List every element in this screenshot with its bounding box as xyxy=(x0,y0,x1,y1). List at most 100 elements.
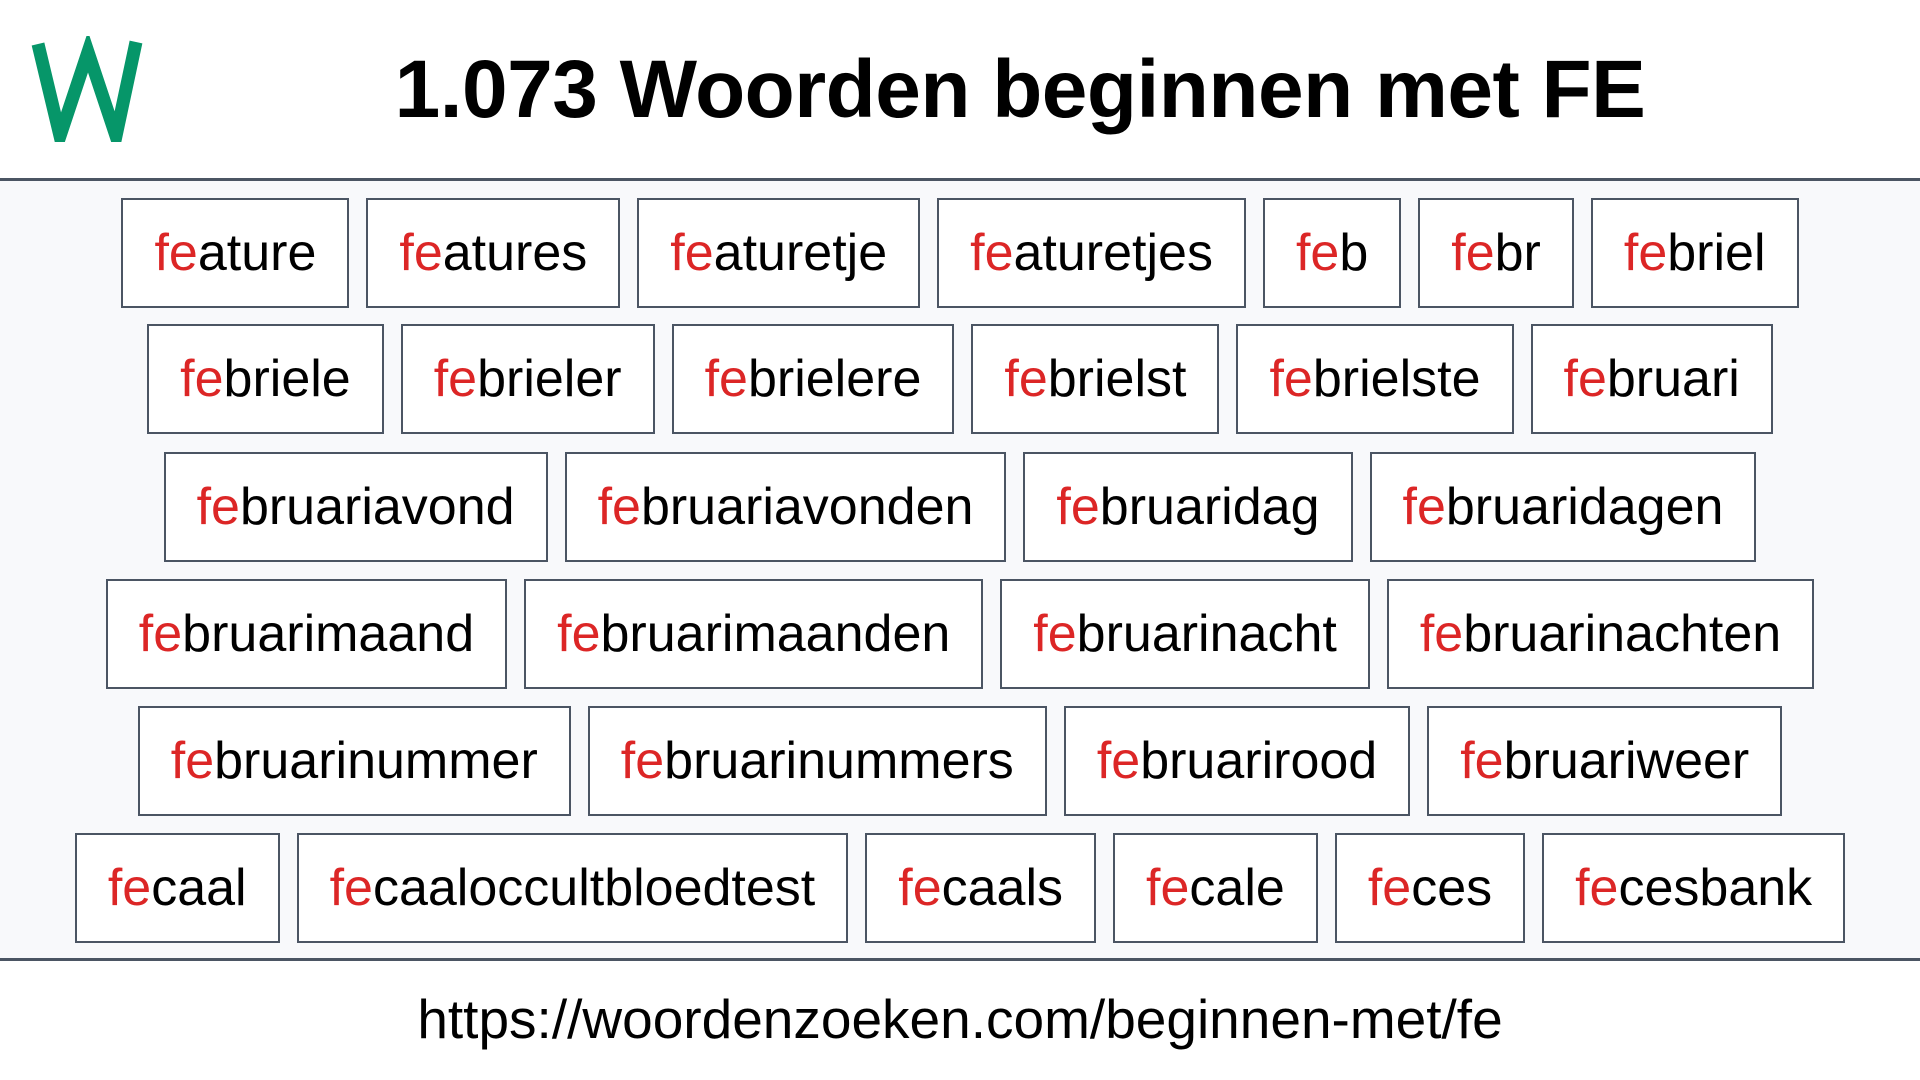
word-link[interactable]: fe atures xyxy=(366,198,621,308)
word-link[interactable]: fe bruari xyxy=(1530,324,1773,434)
word-link[interactable]: fe briele xyxy=(147,324,384,434)
word-suffix: bruariavond xyxy=(239,478,515,536)
word-link[interactable]: fe briel xyxy=(1590,198,1799,308)
word-suffix: bruarinacht xyxy=(1076,605,1337,663)
word-suffix: aturetje xyxy=(713,224,888,282)
word-link[interactable]: fe bruarinachten xyxy=(1386,579,1815,689)
word-prefix: fe xyxy=(557,605,601,663)
word-list: fe ature fe atures fe aturetje fe aturetjes fe b f… xyxy=(0,181,1920,958)
word-row: fe briele fe brieler fe brielere fe brielst fe br… xyxy=(0,324,1920,434)
page-title: 1.073 Woorden beginnen met FE xyxy=(394,44,1646,135)
word-row: fe bruarimaand fe bruarimaanden fe bruarinach… xyxy=(0,579,1920,689)
word-prefix: fe xyxy=(620,732,665,790)
word-prefix: fe xyxy=(1096,732,1141,790)
word-prefix: fe xyxy=(898,859,942,917)
word-prefix: fe xyxy=(196,478,240,536)
word-suffix: bruaridagen xyxy=(1445,478,1724,536)
word-suffix: bruarinummers xyxy=(664,732,1014,790)
word-prefix: fe xyxy=(1367,859,1412,917)
word-prefix: fe xyxy=(1563,350,1607,408)
word-row: fe caal fe caaloccultbloedtest fe caals fe cale… xyxy=(0,833,1920,943)
word-suffix: brielere xyxy=(747,350,922,408)
word-link[interactable]: fe cesbank xyxy=(1542,833,1846,943)
word-prefix: fe xyxy=(1419,605,1464,663)
word-prefix: fe xyxy=(154,224,198,282)
word-link[interactable]: fe brielste xyxy=(1236,324,1514,434)
word-suffix: b xyxy=(1339,224,1369,282)
page-footer: https://woordenzoeken.com/beginnen-met/f… xyxy=(0,961,1920,1080)
word-suffix: bruarinachten xyxy=(1463,605,1782,663)
word-prefix: fe xyxy=(170,732,215,790)
page-header: 1.073 Woorden beginnen met FE xyxy=(0,0,1920,178)
word-prefix: fe xyxy=(970,224,1014,282)
logo-w-glyph xyxy=(31,36,143,142)
word-suffix: cale xyxy=(1189,859,1285,917)
word-link[interactable]: fe bruarinummers xyxy=(587,706,1047,816)
word-prefix: fe xyxy=(1575,859,1619,917)
word-suffix: bruarinummer xyxy=(214,732,538,790)
word-prefix: fe xyxy=(329,859,373,917)
word-suffix: bruariweer xyxy=(1503,732,1750,790)
word-prefix: fe xyxy=(1402,478,1446,536)
word-prefix: fe xyxy=(1033,605,1077,663)
word-suffix: brieler xyxy=(477,350,622,408)
word-prefix: fe xyxy=(138,605,183,663)
word-prefix: fe xyxy=(107,859,152,917)
word-prefix: fe xyxy=(670,224,714,282)
word-suffix: caals xyxy=(941,859,1064,917)
word-prefix: fe xyxy=(1295,224,1340,282)
word-link[interactable]: fe bruaridagen xyxy=(1369,452,1757,562)
word-suffix: briele xyxy=(223,350,351,408)
word-link[interactable]: fe aturetje xyxy=(637,198,921,308)
word-link[interactable]: fe aturetjes xyxy=(937,198,1246,308)
word-link[interactable]: fe brieler xyxy=(400,324,655,434)
logo-w-stroke xyxy=(31,36,143,142)
word-prefix: fe xyxy=(1004,350,1048,408)
word-suffix: bruaridag xyxy=(1099,478,1320,536)
word-suffix: brielste xyxy=(1312,350,1481,408)
word-link[interactable]: fe br xyxy=(1418,198,1574,308)
word-link[interactable]: fe bruarirood xyxy=(1063,706,1411,816)
word-suffix: caal xyxy=(151,859,247,917)
word-prefix: fe xyxy=(1269,350,1313,408)
word-link[interactable]: fe brielst xyxy=(971,324,1220,434)
word-link[interactable]: fe bruarimaand xyxy=(105,579,508,689)
word-link[interactable]: fe ces xyxy=(1334,833,1526,943)
word-link[interactable]: fe brielere xyxy=(671,324,955,434)
word-link[interactable]: fe bruarinummer xyxy=(137,706,571,816)
word-link[interactable]: fe bruariavonden xyxy=(564,452,1007,562)
word-prefix: fe xyxy=(1451,224,1495,282)
word-prefix: fe xyxy=(1056,478,1100,536)
word-suffix: briel xyxy=(1667,224,1766,282)
word-suffix: bruarirood xyxy=(1140,732,1378,790)
word-prefix: fe xyxy=(704,350,748,408)
word-prefix: fe xyxy=(433,350,478,408)
word-suffix: ature xyxy=(197,224,317,282)
word-link[interactable]: fe b xyxy=(1262,198,1402,308)
word-suffix: atures xyxy=(442,224,588,282)
word-link[interactable]: fe bruaridag xyxy=(1023,452,1353,562)
word-link[interactable]: fe bruariavond xyxy=(163,452,548,562)
footer-url[interactable]: https://woordenzoeken.com/beginnen-met/f… xyxy=(417,987,1502,1055)
word-prefix: fe xyxy=(597,478,641,536)
word-link[interactable]: fe ature xyxy=(121,198,350,308)
word-link[interactable]: fe bruarinacht xyxy=(1000,579,1370,689)
word-link[interactable]: fe bruarimaanden xyxy=(524,579,984,689)
word-suffix: br xyxy=(1494,224,1541,282)
word-link[interactable]: fe caal xyxy=(74,833,280,943)
word-suffix: aturetjes xyxy=(1013,224,1213,282)
word-link[interactable]: fe caals xyxy=(865,833,1097,943)
word-prefix: fe xyxy=(1460,732,1504,790)
word-prefix: fe xyxy=(1623,224,1668,282)
word-prefix: fe xyxy=(399,224,443,282)
word-suffix: bruarimaanden xyxy=(600,605,951,663)
word-row: fe ature fe atures fe aturetje fe aturetjes fe b f… xyxy=(0,198,1920,308)
word-suffix: ces xyxy=(1411,859,1493,917)
word-link[interactable]: fe bruariweer xyxy=(1427,706,1783,816)
logo-w-icon[interactable] xyxy=(30,36,146,142)
word-link[interactable]: fe caaloccultbloedtest xyxy=(296,833,849,943)
word-suffix: brielst xyxy=(1047,350,1187,408)
word-row: fe bruarinummer fe bruarinummers fe bruariroo… xyxy=(0,706,1920,816)
word-link[interactable]: fe cale xyxy=(1113,833,1318,943)
word-suffix: caaloccultbloedtest xyxy=(372,859,816,917)
